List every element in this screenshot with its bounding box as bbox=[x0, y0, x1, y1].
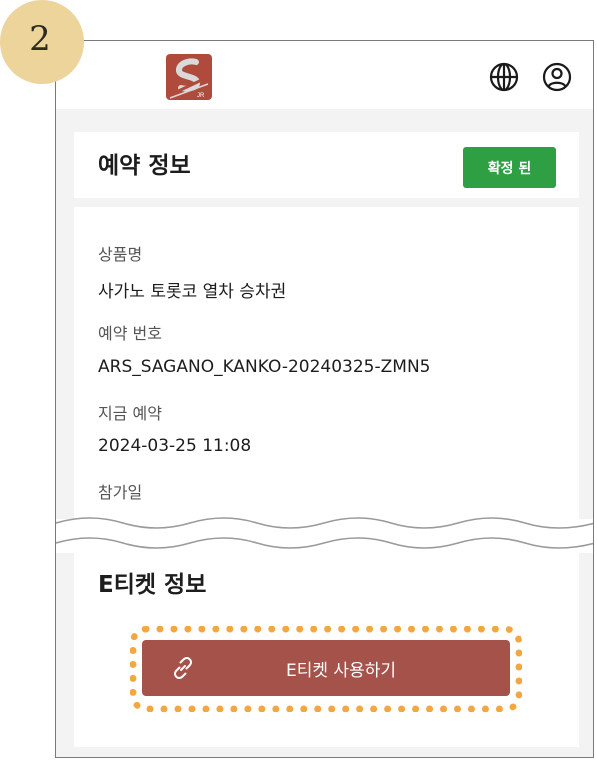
app-header: JR bbox=[56, 41, 593, 109]
status-badge: 확정 된 bbox=[463, 147, 556, 188]
user-circle-icon[interactable] bbox=[541, 61, 573, 93]
reservation-number-value: ARS_SAGANO_KANKO-20240325-ZMN5 bbox=[98, 357, 431, 377]
step-number: 2 bbox=[29, 19, 51, 59]
step-number-badge: 2 bbox=[0, 0, 84, 84]
sagano-railway-logo[interactable]: JR bbox=[166, 54, 212, 100]
svg-text:JR: JR bbox=[197, 93, 205, 99]
eticket-title-card: E티켓 정보 bbox=[74, 553, 579, 611]
booking-time-value: 2024-03-25 11:08 bbox=[98, 436, 252, 456]
eticket-title: E티켓 정보 bbox=[98, 572, 207, 598]
use-eticket-label: E티켓 사용하기 bbox=[286, 661, 396, 681]
reservation-number-label: 예약 번호 bbox=[98, 324, 162, 343]
product-name-label: 상품명 bbox=[98, 245, 143, 264]
content-cut-wave bbox=[56, 517, 593, 553]
reservation-title-card: 예약 정보 확정 된 bbox=[74, 132, 579, 198]
product-name-value: 사가노 토롯코 열차 승차권 bbox=[98, 282, 287, 302]
reservation-title: 예약 정보 bbox=[98, 153, 191, 179]
booking-time-label: 지금 예약 bbox=[98, 404, 162, 423]
globe-icon[interactable] bbox=[488, 61, 520, 93]
participation-date-label: 참가일 bbox=[98, 483, 143, 502]
use-eticket-button[interactable]: E티켓 사용하기 bbox=[142, 640, 510, 696]
screenshot-canvas: 2 JR 예약 정보 확정 된 상품명 사가노 토롯코 열차 승차권 예약 번호… bbox=[0, 0, 597, 761]
